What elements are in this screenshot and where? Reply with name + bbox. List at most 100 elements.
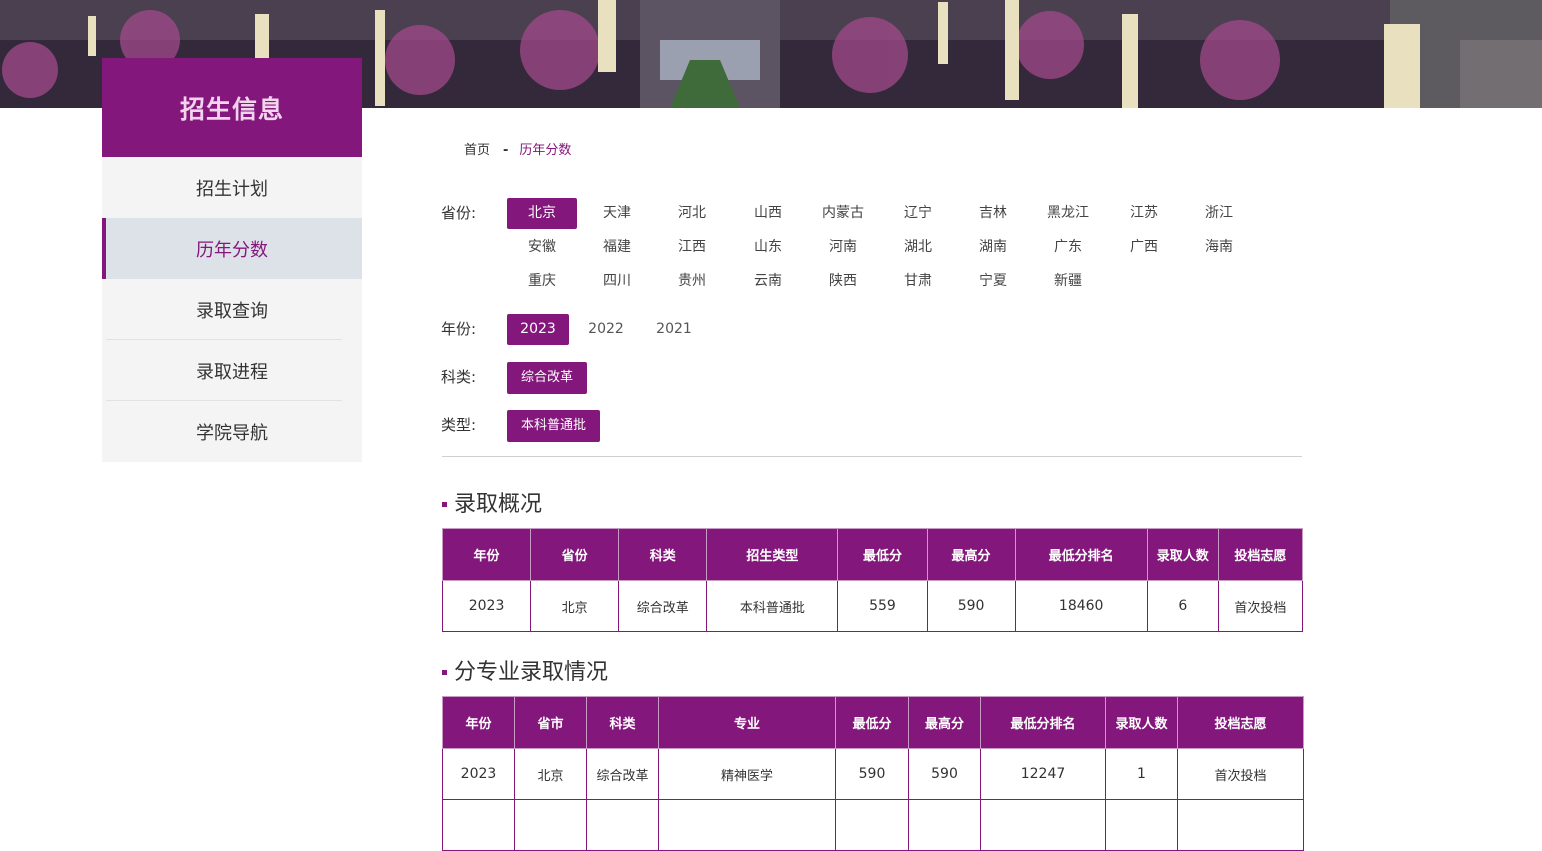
province-option[interactable]: 福建 <box>582 232 652 263</box>
province-option[interactable]: 吉林 <box>958 198 1028 229</box>
breadcrumb: 首页 - 历年分数 <box>464 139 571 158</box>
sidebar-item-historical-scores[interactable]: 历年分数 <box>102 218 362 279</box>
province-option[interactable]: 湖南 <box>958 232 1028 263</box>
table-header-cell: 年份 <box>441 528 532 581</box>
province-option[interactable]: 宁夏 <box>958 266 1028 297</box>
table-cell: 559 <box>837 580 928 632</box>
table-cell <box>514 799 587 851</box>
sidebar-item-label: 招生计划 <box>196 178 268 200</box>
year-filter-label: 年份: <box>441 320 477 338</box>
majors-section-title: 分专业录取情况 <box>442 654 608 686</box>
table-cell: 12247 <box>980 748 1106 800</box>
table-cell: 北京 <box>530 580 620 632</box>
table-cell: 590 <box>835 748 909 800</box>
sidebar-item-admission-query[interactable]: 录取查询 <box>102 279 362 340</box>
province-option[interactable]: 辽宁 <box>883 198 953 229</box>
province-option[interactable]: 广西 <box>1109 232 1179 263</box>
table-cell: 首次投档 <box>1177 748 1304 800</box>
table-cell <box>1105 799 1178 851</box>
type-option[interactable]: 本科普通批 <box>507 410 601 442</box>
table-header-cell: 投档志愿 <box>1177 696 1304 749</box>
table-header-cell: 科类 <box>618 528 708 581</box>
sidebar-item-label: 录取查询 <box>196 300 268 322</box>
table-header-cell: 最低分 <box>837 528 928 581</box>
province-option[interactable]: 重庆 <box>507 266 577 297</box>
province-option[interactable]: 湖北 <box>883 232 953 263</box>
type-filter-label: 类型: <box>441 416 477 434</box>
table-cell: 18460 <box>1014 580 1148 632</box>
subject-option[interactable]: 综合改革 <box>507 362 588 394</box>
table-cell <box>586 799 659 851</box>
province-option[interactable]: 新疆 <box>1033 266 1103 297</box>
table-header-cell: 最低分排名 <box>980 696 1106 749</box>
year-option[interactable]: 2023 <box>507 314 569 345</box>
sidebar-menu: 招生计划 历年分数 录取查询 录取进程 学院导航 <box>102 157 362 462</box>
province-filter-label: 省份: <box>441 204 477 222</box>
province-option[interactable]: 黑龙江 <box>1033 198 1103 229</box>
sidebar-item-admission-progress[interactable]: 录取进程 <box>102 340 362 401</box>
table-header-cell: 最高分 <box>926 528 1016 581</box>
section-marker <box>442 669 447 675</box>
province-option[interactable]: 浙江 <box>1184 198 1254 229</box>
province-option[interactable]: 河北 <box>657 198 727 229</box>
overview-section-title: 录取概况 <box>442 486 542 518</box>
table-header-cell: 投档志愿 <box>1217 528 1304 581</box>
sidebar-item-admission-plan[interactable]: 招生计划 <box>102 157 362 218</box>
breadcrumb-home-link[interactable]: 首页 <box>464 143 490 158</box>
table-cell: 1 <box>1105 748 1178 800</box>
overview-title-text: 录取概况 <box>454 492 543 517</box>
sidebar-item-label: 录取进程 <box>196 361 268 383</box>
table-row: 2023 北京 综合改革 精神医学 590 590 12247 1 首次投档 <box>442 748 1304 800</box>
majors-table: 年份 省市 科类 专业 最低分 最高分 最低分排名 录取人数 投档志愿 2023… <box>442 696 1304 851</box>
table-header-row: 年份 省市 科类 专业 最低分 最高分 最低分排名 录取人数 投档志愿 <box>442 696 1304 749</box>
table-cell: 2023 <box>441 580 532 632</box>
year-option[interactable]: 2022 <box>577 314 635 345</box>
province-option[interactable]: 江苏 <box>1109 198 1179 229</box>
year-option[interactable]: 2021 <box>645 314 703 345</box>
sidebar-item-college-navigation[interactable]: 学院导航 <box>102 401 362 462</box>
province-option[interactable]: 甘肃 <box>883 266 953 297</box>
province-option[interactable]: 山东 <box>733 232 803 263</box>
table-cell: 综合改革 <box>586 748 659 800</box>
table-header-cell: 科类 <box>586 696 659 749</box>
breadcrumb-current: 历年分数 <box>519 143 572 158</box>
table-header-cell: 年份 <box>442 696 515 749</box>
sidebar-item-label: 学院导航 <box>196 422 268 444</box>
province-option[interactable]: 安徽 <box>507 232 577 263</box>
table-row <box>442 799 1304 851</box>
section-marker <box>442 501 447 507</box>
table-header-row: 年份 省份 科类 招生类型 最低分 最高分 最低分排名 录取人数 投档志愿 <box>441 528 1304 581</box>
province-option[interactable]: 天津 <box>582 198 652 229</box>
table-cell <box>980 799 1106 851</box>
table-header-cell: 省市 <box>514 696 587 749</box>
table-header-cell: 专业 <box>658 696 836 749</box>
table-header-cell: 省份 <box>530 528 620 581</box>
province-option[interactable]: 陕西 <box>808 266 878 297</box>
table-header-cell: 最低分排名 <box>1014 528 1148 581</box>
province-option[interactable]: 四川 <box>582 266 652 297</box>
province-option[interactable]: 贵州 <box>657 266 727 297</box>
table-cell <box>835 799 909 851</box>
province-option[interactable]: 山西 <box>733 198 803 229</box>
sidebar-item-label: 历年分数 <box>196 239 268 261</box>
province-option[interactable]: 海南 <box>1184 232 1254 263</box>
table-header-cell: 录取人数 <box>1105 696 1178 749</box>
table-cell: 本科普通批 <box>706 580 839 632</box>
sidebar-title-text: 招生信息 <box>179 94 284 124</box>
divider <box>442 456 1302 457</box>
province-option[interactable]: 内蒙古 <box>808 198 878 229</box>
province-option[interactable]: 云南 <box>733 266 803 297</box>
table-cell <box>442 799 515 851</box>
table-cell <box>1177 799 1304 851</box>
table-header-cell: 招生类型 <box>706 528 839 581</box>
province-option[interactable]: 广东 <box>1033 232 1103 263</box>
table-row: 2023 北京 综合改革 本科普通批 559 590 18460 6 首次投档 <box>441 580 1304 632</box>
table-cell: 综合改革 <box>618 580 708 632</box>
table-cell: 6 <box>1146 580 1219 632</box>
province-option[interactable]: 河南 <box>808 232 878 263</box>
overview-table: 年份 省份 科类 招生类型 最低分 最高分 最低分排名 录取人数 投档志愿 20… <box>441 528 1304 632</box>
table-cell: 590 <box>926 580 1016 632</box>
province-option[interactable]: 江西 <box>657 232 727 263</box>
subject-filter-label: 科类: <box>441 368 477 386</box>
province-option[interactable]: 北京 <box>507 198 577 229</box>
